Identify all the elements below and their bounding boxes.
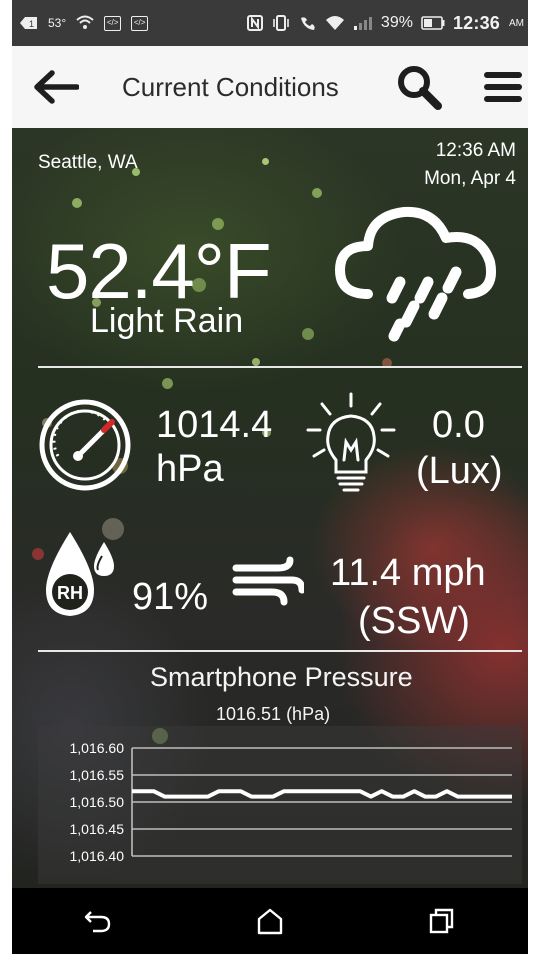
menu-button[interactable]: [480, 64, 526, 110]
wifi-notification-icon: [76, 15, 94, 31]
chart-title: Smartphone Pressure: [150, 662, 413, 692]
notification-temp-icon: 1: [20, 16, 38, 30]
status-temperature: 53°: [48, 16, 67, 30]
pressure-unit: hPa: [156, 448, 224, 490]
divider-top: [38, 366, 522, 368]
wifi-call-icon: [299, 15, 317, 31]
pressure-chart-svg: 1,016.60 1,016.55 1,016.50 1,016.45 1,016.40: [70, 740, 512, 864]
y-tick-label: 1,016.55: [70, 767, 125, 783]
light-bulb-icon: [306, 392, 396, 492]
pressure-value: 1014.4: [156, 404, 273, 446]
y-tick-label: 1,016.45: [70, 821, 125, 837]
y-tick-label: 1,016.50: [70, 794, 125, 810]
status-bar: 1 53° </> </> 39% 12:36 AM: [12, 0, 528, 46]
wifi-signal-icon: [325, 15, 345, 31]
code-notification-icon-2: </>: [131, 15, 149, 31]
nav-home-button[interactable]: [240, 896, 300, 946]
phone-screen: 1 53° </> </> 39% 12:36 AM Current Condi…: [12, 0, 528, 954]
rain-cloud-icon: [335, 206, 496, 342]
condition: Light Rain: [90, 302, 244, 340]
nav-back-button[interactable]: [68, 896, 128, 946]
battery-percent: 39%: [380, 14, 413, 31]
page-title: Current Conditions: [122, 71, 339, 102]
svg-text:1: 1: [29, 19, 34, 29]
back-arrow-icon: [34, 70, 79, 104]
battery-icon: [421, 16, 445, 30]
observation-date: Mon, Apr 4: [424, 168, 516, 189]
pressure-chart: 1,016.60 1,016.55 1,016.50 1,016.45 1,016.40: [38, 726, 522, 884]
wind-icon: [232, 556, 304, 606]
hamburger-menu-icon: [484, 72, 522, 102]
observation-time: 12:36 AM: [435, 140, 516, 161]
vibrate-icon: [271, 15, 291, 31]
chart-current-value: 1016.51 (hPa): [216, 704, 331, 724]
back-button[interactable]: [16, 46, 96, 128]
weather-content: Seattle, WA 12:36 AM Mon, Apr 4 52.4°F L…: [12, 128, 528, 888]
status-ampm: AM: [509, 17, 524, 29]
nav-home-icon: [257, 908, 283, 935]
pressure-series-line: [132, 789, 512, 799]
wind-direction: (SSW): [358, 600, 470, 642]
y-tick-label: 1,016.40: [70, 848, 125, 864]
rh-label: RH: [57, 583, 83, 603]
search-button[interactable]: [394, 62, 444, 112]
nfc-icon: [246, 15, 263, 31]
nav-back-icon: [84, 911, 111, 933]
code-notification-icon: </>: [104, 15, 122, 31]
location: Seattle, WA: [38, 152, 138, 173]
cell-signal-icon: [353, 15, 373, 31]
status-time: 12:36: [452, 12, 500, 33]
search-icon: [398, 66, 442, 110]
navigation-bar: [12, 888, 528, 954]
light-unit: (Lux): [416, 450, 503, 492]
humidity-value: 91%: [132, 576, 209, 618]
nav-recents-button[interactable]: [412, 896, 472, 946]
humidity-icon: RH: [46, 532, 114, 616]
pressure-gauge-icon: [39, 399, 131, 491]
divider-bottom: [38, 650, 522, 652]
wind-speed: 11.4 mph: [330, 552, 486, 594]
nav-recents-icon: [429, 908, 454, 934]
light-value: 0.0: [432, 404, 485, 446]
app-bar: Current Conditions: [12, 46, 528, 128]
y-tick-label: 1,016.60: [70, 740, 125, 756]
